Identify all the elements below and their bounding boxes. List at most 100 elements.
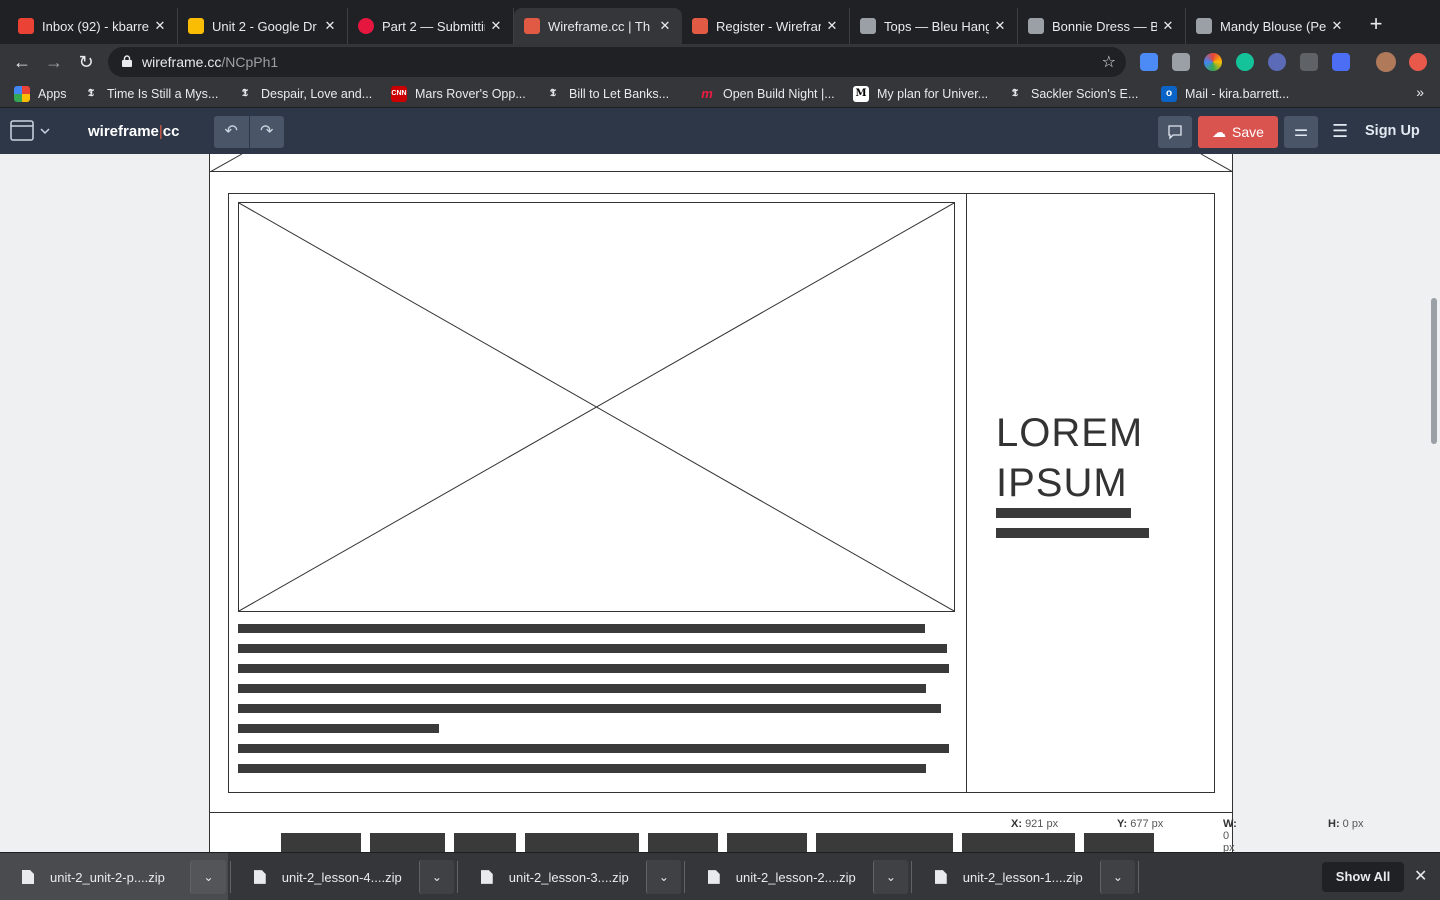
hamburger-menu-icon[interactable]: ☰ [1332, 121, 1348, 142]
y-label: Y: [1117, 818, 1128, 830]
file-icon [22, 870, 34, 884]
tab-wireframe-active[interactable]: Wireframe.cc | Th ✕ [514, 8, 682, 44]
bookmark-medium[interactable]: M My plan for Univer... [853, 85, 988, 103]
chevron-down-icon[interactable]: ⌄ [190, 860, 226, 894]
show-all-downloads-button[interactable]: Show All [1322, 862, 1404, 892]
save-button[interactable]: ☁ Save [1198, 116, 1278, 148]
bitwarden-icon[interactable] [1332, 53, 1350, 71]
download-separator [911, 861, 912, 893]
nav-block-placeholder[interactable] [648, 833, 718, 852]
address-bar[interactable]: wireframe.cc/NCpPh1 ☆ [108, 47, 1126, 77]
page-template-selector[interactable] [10, 120, 52, 142]
nav-block-placeholder[interactable] [281, 833, 361, 852]
sidebar-heading[interactable]: LOREM IPSUM [996, 408, 1143, 508]
grammarly-icon[interactable] [1236, 53, 1254, 71]
text-line-placeholder[interactable] [238, 704, 941, 713]
h-value: 0 px [1342, 818, 1364, 830]
text-line-placeholder[interactable] [238, 664, 949, 673]
bookmark-nyt-3[interactable]: 𝕿 Bill to Let Banks... [545, 85, 669, 103]
bookmark-apps[interactable]: Apps [14, 85, 67, 103]
lock-icon [122, 55, 132, 67]
bookmark-nyt-2[interactable]: 𝕿 Despair, Love and... [237, 85, 372, 103]
footer-nav-section[interactable] [210, 812, 1233, 852]
forward-arrow-icon[interactable]: → [42, 50, 66, 74]
color-picker-extension-icon[interactable] [1204, 53, 1222, 71]
content-section[interactable]: LOREM IPSUM [228, 193, 1215, 793]
sign-up-link[interactable]: Sign Up [1365, 123, 1420, 139]
bookmark-meetup[interactable]: m Open Build Night |... [699, 85, 834, 103]
close-tab-icon[interactable]: ✕ [323, 18, 337, 34]
tab-bonnie-dress[interactable]: Bonnie Dress — Bl ✕ [1018, 8, 1186, 44]
text-line-placeholder[interactable] [238, 684, 926, 693]
download-separator [684, 861, 685, 893]
close-tab-icon[interactable]: ✕ [1161, 18, 1175, 34]
chevron-down-icon[interactable]: ⌄ [418, 860, 454, 894]
close-icon[interactable]: ✕ [1414, 866, 1427, 886]
tab-tops[interactable]: Tops — Bleu Hang ✕ [850, 8, 1018, 44]
nav-block-placeholder[interactable] [454, 833, 516, 852]
bookmark-outlook[interactable]: o Mail - kira.barrett... [1161, 85, 1289, 103]
download-item[interactable]: unit-2_lesson-3....zip ⌄ [459, 853, 681, 900]
wireframe-page[interactable]: LOREM IPSUM X: 921 px Y: 677 px W: 0 px [209, 154, 1237, 852]
tab-mandy-blouse[interactable]: Mandy Blouse (Pe ✕ [1186, 8, 1354, 44]
comment-button[interactable] [1158, 116, 1192, 148]
nav-block-placeholder[interactable] [1084, 833, 1154, 852]
profile-avatar[interactable] [1376, 52, 1396, 72]
close-tab-icon[interactable]: ✕ [489, 18, 503, 34]
more-bookmarks-chevron-icon[interactable]: » [1416, 84, 1424, 100]
tab-gmail[interactable]: Inbox (92) - kbarre ✕ [8, 8, 178, 44]
settings-button[interactable]: ⚌ [1284, 116, 1318, 148]
text-line-placeholder[interactable] [238, 724, 439, 733]
back-arrow-icon[interactable]: ← [10, 50, 34, 74]
download-item[interactable]: unit-2_unit-2-p....zip ⌄ [0, 853, 228, 900]
close-tab-icon[interactable]: ✕ [658, 18, 672, 34]
bookmark-star-icon[interactable]: ☆ [1102, 52, 1116, 72]
owl-extension-icon[interactable] [1268, 53, 1286, 71]
heading-line-1: LOREM [996, 411, 1144, 455]
close-tab-icon[interactable]: ✕ [993, 18, 1007, 34]
download-item[interactable]: unit-2_lesson-4....zip ⌄ [232, 853, 454, 900]
download-item[interactable]: unit-2_lesson-2....zip ⌄ [686, 853, 908, 900]
app-logo[interactable]: wireframe|cc [88, 123, 179, 140]
sidebar-text-line-placeholder[interactable] [996, 528, 1149, 538]
chevron-down-icon[interactable]: ⌄ [872, 860, 908, 894]
bookmark-cnn[interactable]: CNN Mars Rover's Opp... [391, 85, 526, 103]
sidebar-text-line-placeholder[interactable] [996, 508, 1131, 518]
bookmark-nyt-1[interactable]: 𝕿 Time Is Still a Mys... [83, 85, 218, 103]
wireframe-canvas[interactable]: LOREM IPSUM X: 921 px Y: 677 px W: 0 px … [0, 154, 1440, 852]
reload-icon[interactable]: ↻ [74, 50, 98, 74]
vertical-scrollbar[interactable] [1431, 298, 1437, 444]
tab-google-drive[interactable]: Unit 2 - Google Dr ✕ [178, 8, 348, 44]
text-line-placeholder[interactable] [238, 624, 925, 633]
new-tab-button[interactable]: + [1364, 12, 1388, 36]
chevron-down-icon[interactable]: ⌄ [645, 860, 681, 894]
cube-icon [1028, 18, 1044, 34]
close-tab-icon[interactable]: ✕ [153, 18, 167, 34]
nav-block-placeholder[interactable] [816, 833, 953, 852]
text-line-placeholder[interactable] [238, 644, 947, 653]
text-line-placeholder[interactable] [238, 744, 949, 753]
nav-block-placeholder[interactable] [370, 833, 445, 852]
tab-title: Part 2 — Submittin [382, 18, 485, 34]
download-extension-icon[interactable] [1300, 53, 1318, 71]
tab-submission[interactable]: Part 2 — Submittin ✕ [348, 8, 514, 44]
close-tab-icon[interactable]: ✕ [825, 18, 839, 34]
undo-icon[interactable]: ↶ [214, 116, 250, 148]
redo-icon[interactable]: ↷ [250, 116, 285, 148]
image-placeholder[interactable] [238, 202, 955, 612]
bookmark-label: Bill to Let Banks... [569, 87, 670, 101]
update-icon[interactable] [1409, 53, 1427, 71]
close-tab-icon[interactable]: ✕ [1330, 18, 1344, 34]
nav-block-placeholder[interactable] [525, 833, 639, 852]
nav-block-placeholder[interactable] [962, 833, 1075, 852]
text-line-placeholder[interactable] [238, 764, 926, 773]
bookmark-nyt-4[interactable]: 𝕿 Sackler Scion's E... [1007, 85, 1138, 103]
nav-block-placeholder[interactable] [727, 833, 807, 852]
download-separator [1138, 861, 1139, 893]
chevron-down-icon[interactable]: ⌄ [1099, 860, 1135, 894]
download-item[interactable]: unit-2_lesson-1....zip ⌄ [913, 853, 1135, 900]
header-placeholder[interactable] [210, 154, 1233, 172]
docs-extension-icon[interactable] [1140, 53, 1158, 71]
tab-register[interactable]: Register - Wirefran ✕ [682, 8, 850, 44]
extension-icon[interactable] [1172, 53, 1190, 71]
